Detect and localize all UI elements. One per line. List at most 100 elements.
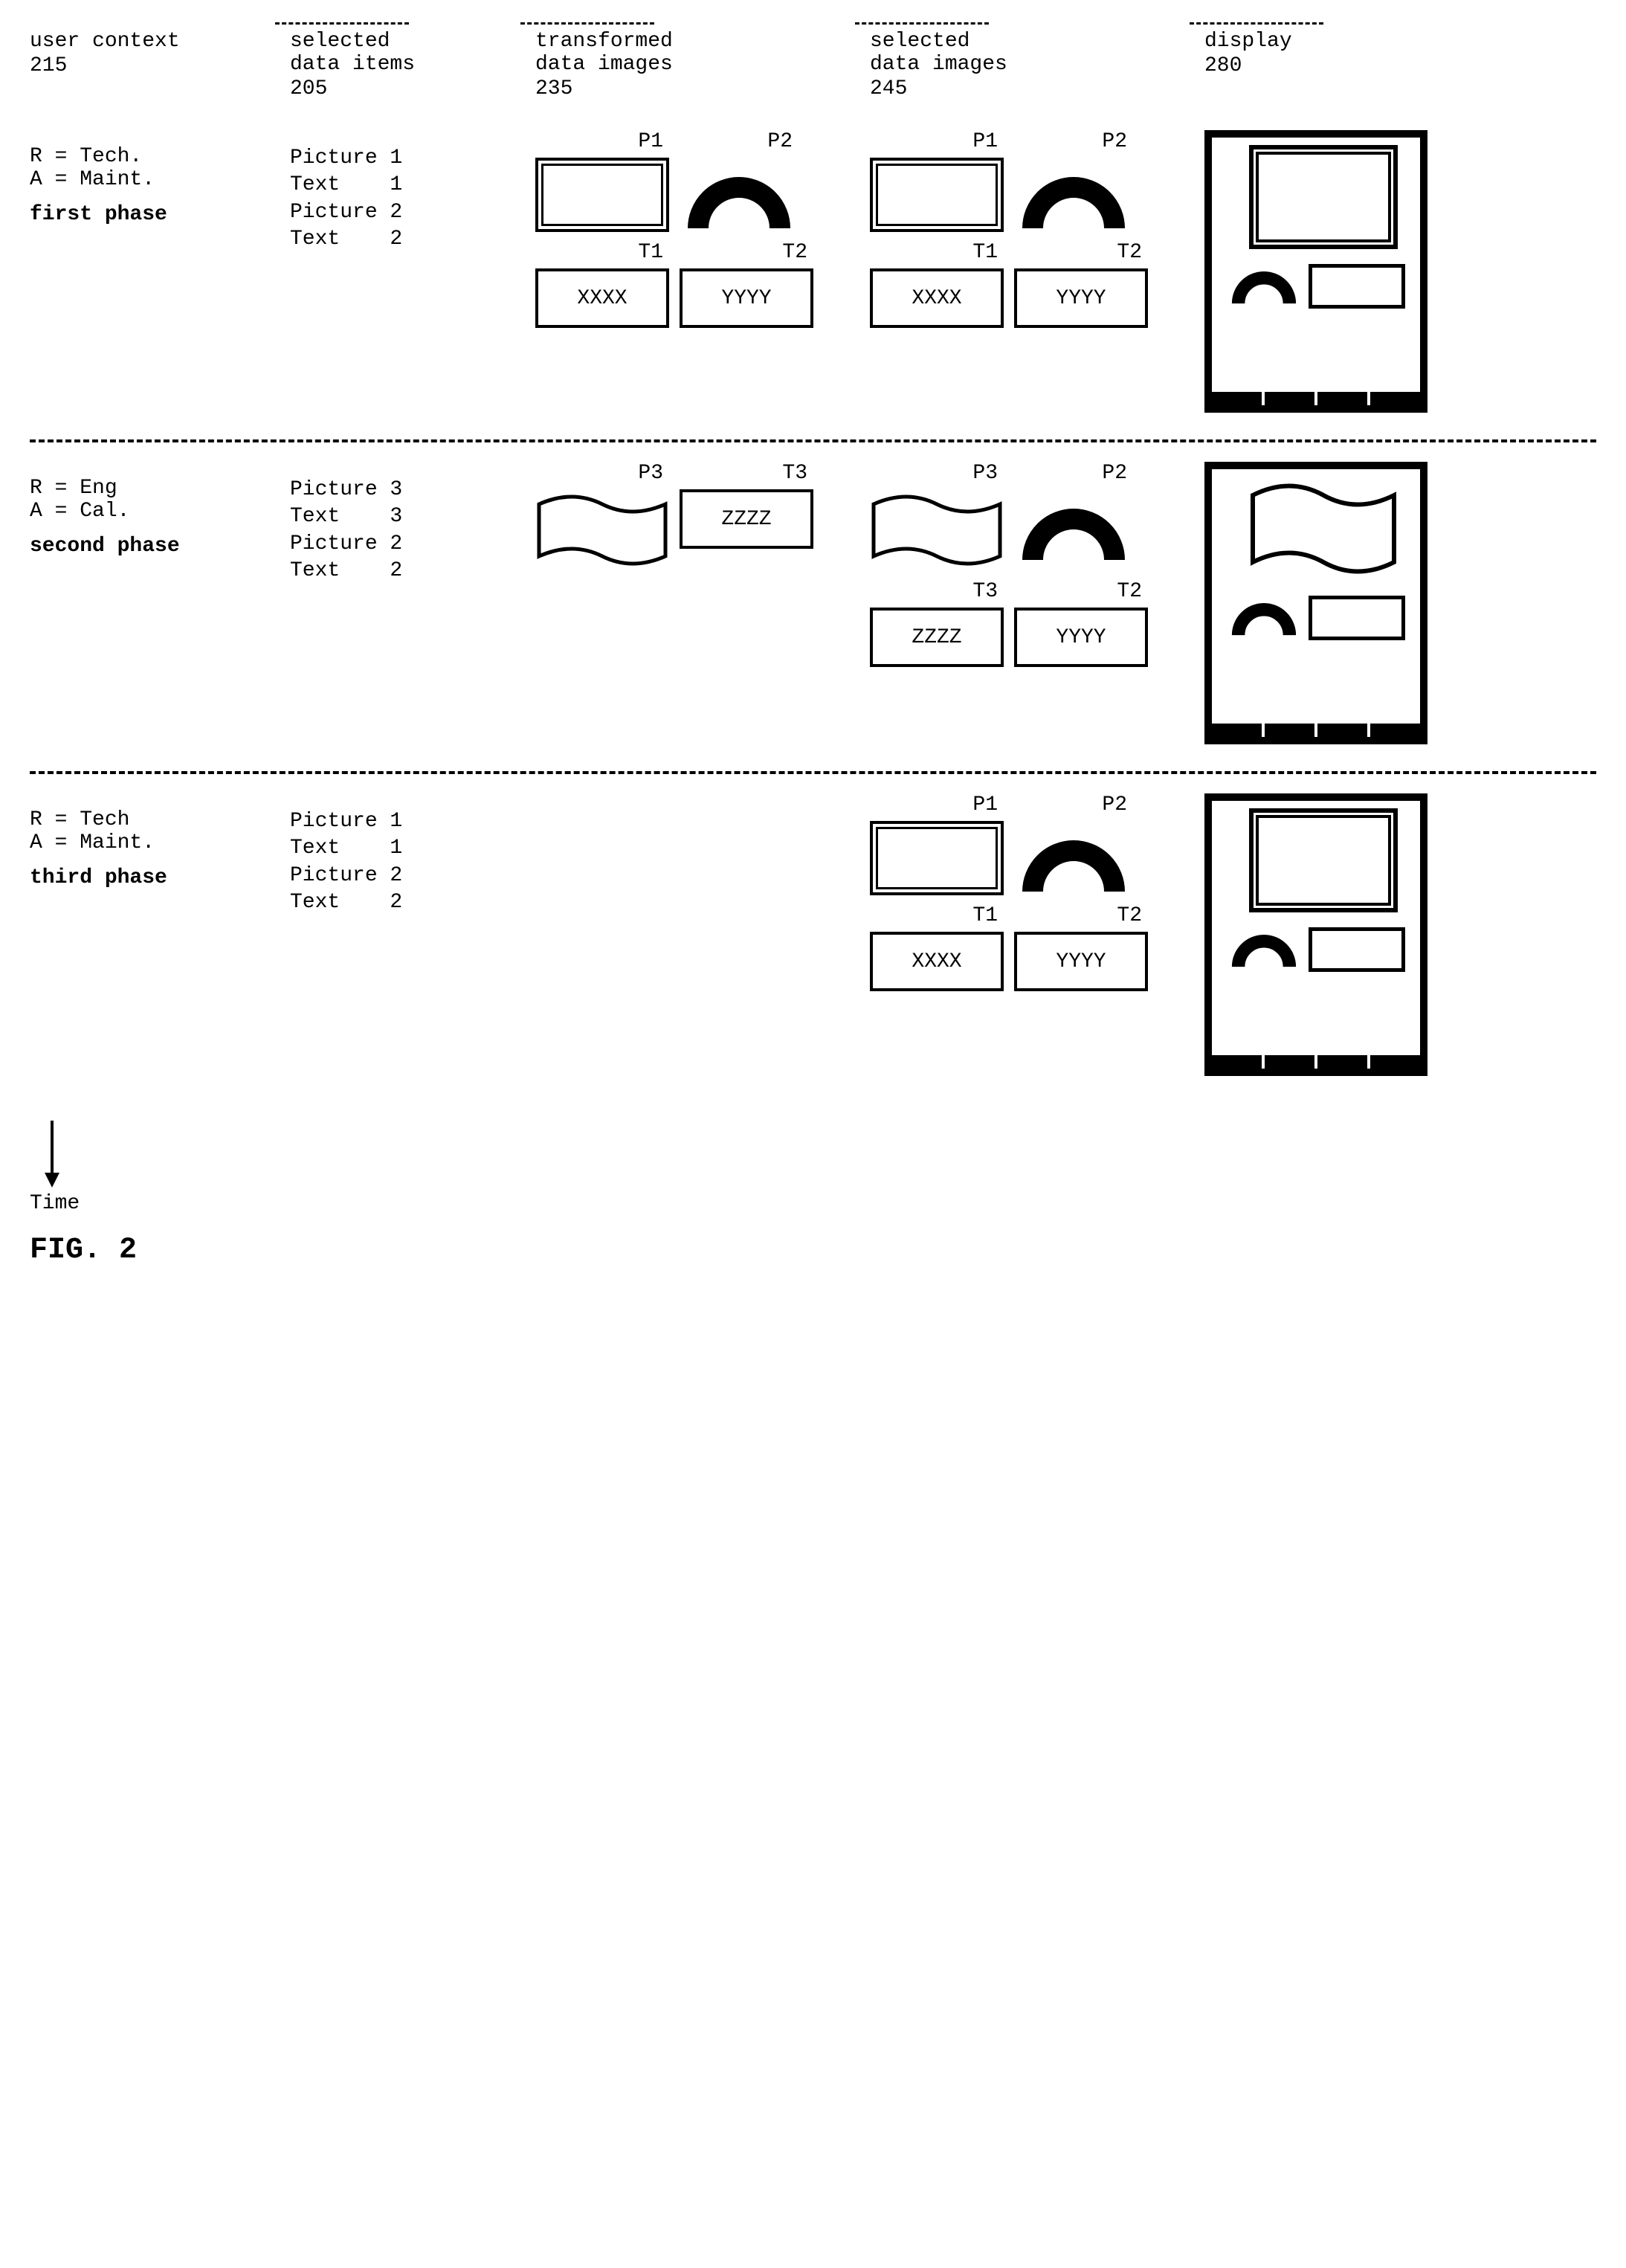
image-row: T1 XXXX T2 YYYY <box>870 904 1197 991</box>
device-arc-icon <box>1227 920 1301 972</box>
footer: Time FIG. 2 <box>30 1121 1596 1267</box>
image-row: P3 P2 <box>870 462 1197 571</box>
header-selected-images: selected data images 245 <box>870 30 1197 100</box>
device-main-rect-icon <box>1249 808 1398 912</box>
section-divider-icon <box>520 22 654 25</box>
picture-rect-icon <box>870 158 1004 232</box>
image-cell: T1 XXXX <box>535 241 669 328</box>
device-screen <box>1219 145 1413 386</box>
context-list: R = Tech.A = Maint. <box>30 145 283 191</box>
device-main-rect-icon <box>1249 145 1398 249</box>
selected-images-col: P3 P2 T3 ZZZZ T2 YYYY <box>870 462 1197 744</box>
device-screen <box>1219 477 1413 718</box>
device-button-icon <box>1212 1055 1262 1069</box>
picture-arc-icon <box>1014 158 1133 232</box>
picture-wavy-icon <box>870 489 1004 571</box>
device-button-icon <box>1212 724 1262 737</box>
phases-container: R = Tech.A = Maint. first phase Picture … <box>30 115 1596 1098</box>
header-title: user context <box>30 30 283 53</box>
context-item: R = Tech. <box>30 145 283 168</box>
device-lower-row <box>1227 588 1413 640</box>
device-small-rect-icon <box>1309 927 1405 972</box>
display-device <box>1204 462 1427 744</box>
image-cell: P2 <box>680 130 799 232</box>
image-label: P1 <box>638 130 669 153</box>
header-transformed-images: transformed data images 235 <box>535 30 862 100</box>
device-small-rect-icon <box>1309 596 1405 640</box>
image-label: P3 <box>638 462 669 485</box>
time-axis: Time <box>30 1121 1596 1215</box>
picture-arc-icon <box>680 158 799 232</box>
image-label: P2 <box>1102 130 1133 153</box>
device-button-icon <box>1370 1055 1420 1069</box>
display-device <box>1204 793 1427 1076</box>
device-button-icon <box>1317 392 1367 405</box>
data-item: Text 2 <box>290 889 528 916</box>
image-cell: T2 YYYY <box>1014 241 1148 328</box>
phase-first: R = Tech.A = Maint. first phase Picture … <box>30 115 1596 435</box>
device-button-icon <box>1370 724 1420 737</box>
user-context-col: R = TechA = Maint. third phase <box>30 793 283 1076</box>
image-label: P2 <box>1102 793 1133 816</box>
image-cell: P1 <box>870 130 1004 232</box>
display-col <box>1204 462 1502 744</box>
data-item: Text 2 <box>290 226 528 253</box>
data-item: Picture 3 <box>290 477 528 503</box>
device-main-wavy-icon <box>1249 477 1398 581</box>
device-small-rect-icon <box>1309 264 1405 309</box>
selected-items-col: Picture 1Text 1Picture 2Text 2 <box>290 793 528 1076</box>
image-row: P1 P2 <box>870 793 1197 895</box>
data-item: Text 1 <box>290 835 528 862</box>
header-ref: 280 <box>1204 54 1502 77</box>
device-lower-row <box>1227 257 1413 309</box>
picture-rect-icon <box>870 821 1004 895</box>
column-headers: user context 215 selected data items 205… <box>30 30 1596 100</box>
image-cell: T2 YYYY <box>1014 580 1148 667</box>
device-button-icon <box>1212 392 1262 405</box>
header-ref: 205 <box>290 77 528 100</box>
header-title-l1: selected <box>870 30 1197 53</box>
data-item: Picture 2 <box>290 863 528 889</box>
image-label: P1 <box>972 130 1004 153</box>
data-item: Picture 2 <box>290 531 528 558</box>
user-context-col: R = EngA = Cal. second phase <box>30 462 283 744</box>
image-label: T3 <box>782 462 813 485</box>
transformed-images-col: P3 T3 ZZZZ <box>535 462 862 744</box>
display-col <box>1204 793 1502 1076</box>
selected-images-col: P1 P2 T1 XXXX T2 YYYY <box>870 793 1197 1076</box>
header-ref: 215 <box>30 54 283 77</box>
data-item: Text 3 <box>290 503 528 530</box>
text-box: XXXX <box>870 932 1004 991</box>
image-label: P2 <box>767 130 799 153</box>
image-label: T2 <box>782 241 813 264</box>
context-list: R = EngA = Cal. <box>30 477 283 523</box>
image-cell: T3 ZZZZ <box>870 580 1004 667</box>
image-row: T1 XXXX T2 YYYY <box>535 241 862 328</box>
image-label: P2 <box>1102 462 1133 485</box>
image-cell: T2 YYYY <box>680 241 813 328</box>
device-button-icon <box>1265 392 1314 405</box>
data-item: Text 1 <box>290 172 528 199</box>
header-selected-items: selected data items 205 <box>290 30 528 100</box>
time-arrow-icon <box>30 1121 74 1188</box>
device-button-icon <box>1317 724 1367 737</box>
device-button-icon <box>1265 1055 1314 1069</box>
header-title: display <box>1204 30 1502 53</box>
image-cell: P1 <box>535 130 669 232</box>
device-button-icon <box>1317 1055 1367 1069</box>
transformed-images-col: P1 P2 T1 XXXX T2 YYYY <box>535 130 862 413</box>
image-cell: P2 <box>1014 130 1133 232</box>
image-label: T1 <box>972 241 1004 264</box>
context-item: A = Maint. <box>30 168 283 191</box>
device-screen <box>1219 808 1413 1049</box>
device-arc-icon <box>1227 257 1301 309</box>
device-button-icon <box>1265 724 1314 737</box>
device-button-icon <box>1370 392 1420 405</box>
image-row: P3 T3 ZZZZ <box>535 462 862 571</box>
diagram-root: user context 215 selected data items 205… <box>30 30 1596 1267</box>
section-divider-icon <box>1190 22 1323 25</box>
image-label: T1 <box>638 241 669 264</box>
header-ref: 235 <box>535 77 862 100</box>
text-box: YYYY <box>1014 932 1148 991</box>
header-title-l1: selected <box>290 30 528 53</box>
